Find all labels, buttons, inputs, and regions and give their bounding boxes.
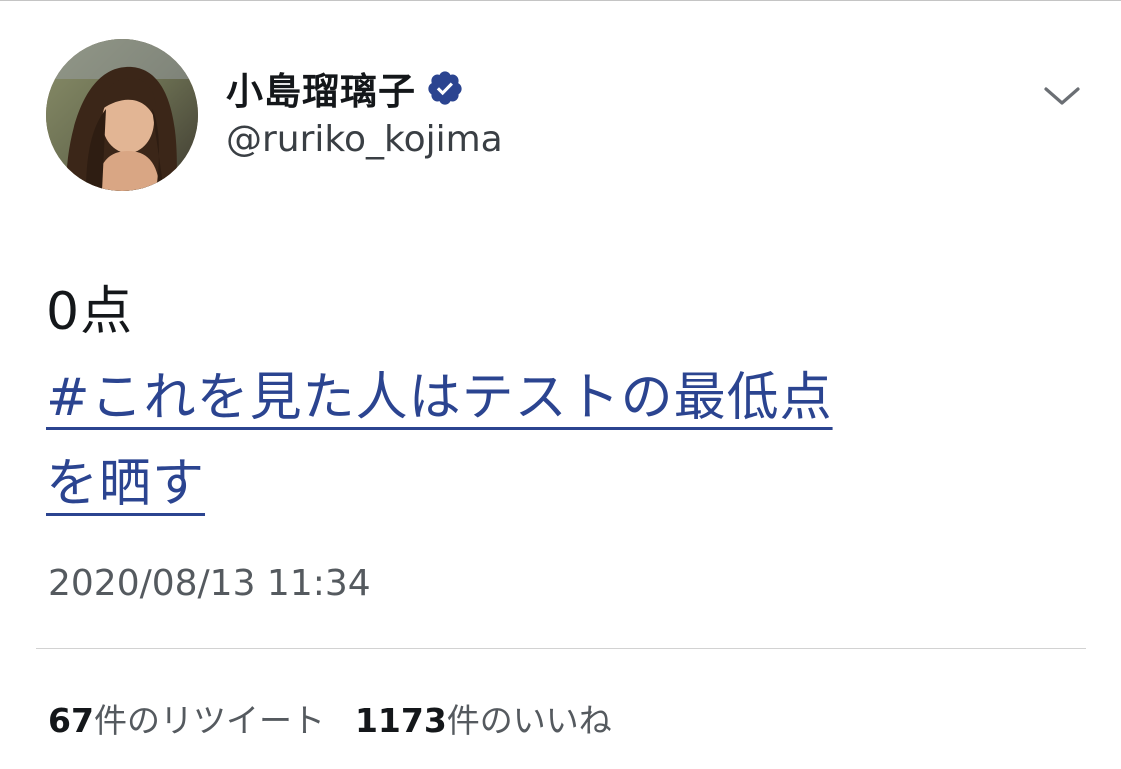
divider — [36, 648, 1086, 649]
retweets-label: 件のリツイート — [93, 701, 325, 740]
avatar-photo — [46, 39, 198, 191]
retweets-stat[interactable]: 67 件のリツイート — [48, 694, 325, 742]
likes-label: 件のいいね — [446, 701, 612, 740]
likes-count: 1173 — [354, 701, 447, 740]
avatar[interactable] — [46, 39, 198, 191]
retweets-count: 67 — [48, 701, 94, 740]
tweet-text: 0点 #これを見た人はテストの最低点 を晒す — [46, 269, 1056, 527]
verified-badge-icon — [426, 69, 464, 107]
likes-stat[interactable]: 1173 件のいいね — [355, 694, 612, 742]
tweet-body-text: 0点 — [46, 282, 134, 342]
hashtag-link[interactable]: #これを見た人はテストの最低点 — [46, 368, 833, 428]
author-name-row: 小島瑠璃子 — [226, 63, 464, 113]
chevron-down-icon[interactable] — [1040, 81, 1084, 111]
display-name[interactable]: 小島瑠璃子 — [226, 61, 416, 115]
tweet-card: 小島瑠璃子 @ruriko_kojima 0点 #これを見た人はテストの最低点 … — [0, 0, 1121, 769]
hashtag-link-continued[interactable]: を晒す — [46, 454, 205, 514]
tweet-stats: 67 件のリツイート 1173 件のいいね — [48, 694, 612, 742]
tweet-timestamp[interactable]: 2020/08/13 11:34 — [48, 563, 371, 604]
author-handle[interactable]: @ruriko_kojima — [226, 119, 503, 160]
